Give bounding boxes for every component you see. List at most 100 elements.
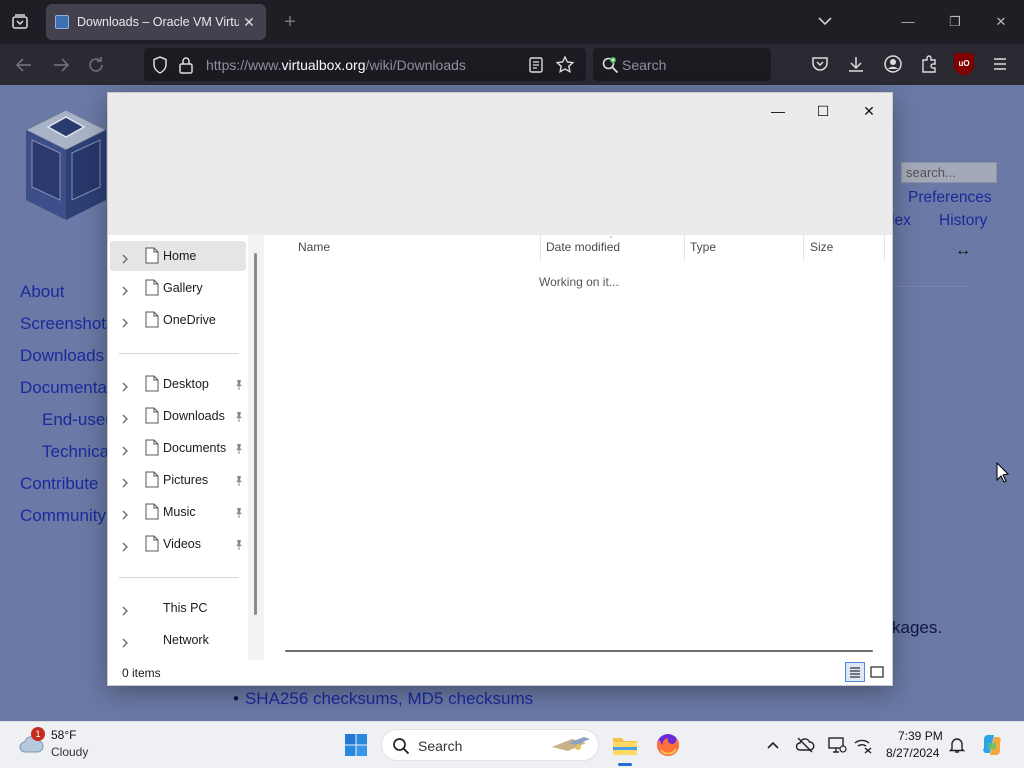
- navigation-pane: Home Gallery OneDrive Desktop Downloads Docum…: [108, 235, 248, 660]
- close-window-icon[interactable]: ✕: [989, 10, 1013, 34]
- dialog-minimize-button[interactable]: —: [755, 97, 801, 125]
- file-explorer-icon[interactable]: [610, 730, 640, 760]
- nav-item[interactable]: OneDrive: [110, 305, 246, 335]
- chevron-right-icon[interactable]: [121, 475, 129, 488]
- column-divider[interactable]: [803, 235, 804, 261]
- search-icon: [392, 737, 410, 755]
- chevron-right-icon[interactable]: [121, 635, 129, 648]
- nav-item[interactable]: Pictures: [110, 465, 246, 495]
- menu-icon[interactable]: [990, 54, 1010, 74]
- mouse-cursor-icon: [996, 461, 1010, 484]
- nav-item[interactable]: Documents: [110, 433, 246, 463]
- nav-item[interactable]: Network: [110, 625, 246, 655]
- preferences-link[interactable]: Preferences: [908, 189, 992, 207]
- dialog-maximize-button[interactable]: ☐: [800, 97, 846, 125]
- browser-search-bar[interactable]: Search: [593, 48, 771, 81]
- weather-temperature[interactable]: 58°F: [51, 728, 76, 742]
- chevron-right-icon[interactable]: [121, 315, 129, 328]
- chevron-down-icon[interactable]: [816, 12, 834, 30]
- checksums-link[interactable]: SHA256 checksums, MD5 checksums: [245, 689, 533, 708]
- ublock-origin-icon[interactable]: uO: [954, 53, 974, 75]
- chevron-right-icon[interactable]: [121, 283, 129, 296]
- large-icons-view-icon[interactable]: [867, 662, 887, 682]
- search-placeholder: Search: [622, 57, 667, 73]
- sidebar-link[interactable]: Contribute: [20, 474, 98, 494]
- clock-date[interactable]: 8/27/2024: [886, 746, 939, 760]
- star-icon[interactable]: [555, 55, 575, 75]
- forward-icon[interactable]: [50, 54, 72, 76]
- pocket-icon[interactable]: [810, 54, 830, 74]
- display-icon[interactable]: [827, 736, 847, 754]
- column-divider[interactable]: [684, 235, 685, 261]
- file-icon: [145, 535, 159, 552]
- column-header-name[interactable]: Name: [298, 240, 330, 254]
- weather-condition[interactable]: Cloudy: [51, 745, 88, 759]
- chevron-right-icon[interactable]: [121, 251, 129, 264]
- shield-icon[interactable]: [152, 56, 168, 74]
- minimize-icon[interactable]: —: [896, 10, 920, 34]
- history-link[interactable]: History: [939, 212, 987, 230]
- wiki-search-input[interactable]: search...: [901, 162, 997, 183]
- sidebar-link[interactable]: Downloads: [20, 346, 104, 366]
- url-bar[interactable]: https://www.virtualbox.org/wiki/Download…: [144, 48, 586, 81]
- sidebar-link[interactable]: Screenshots: [20, 314, 115, 334]
- account-icon[interactable]: [883, 54, 903, 74]
- column-header-size[interactable]: Size: [810, 240, 833, 254]
- file-dialog: — ☐ ✕ Home Gallery OneDrive Desktop Download…: [108, 93, 892, 685]
- column-header-type[interactable]: Type: [690, 240, 716, 254]
- chevron-right-icon[interactable]: [121, 411, 129, 424]
- url-text[interactable]: https://www.virtualbox.org/wiki/Download…: [206, 57, 466, 73]
- back-icon[interactable]: [13, 54, 35, 76]
- nav-item[interactable]: Desktop: [110, 369, 246, 399]
- lock-icon[interactable]: [178, 56, 194, 74]
- dialog-close-button[interactable]: ✕: [846, 97, 892, 125]
- chevron-right-icon[interactable]: [121, 507, 129, 520]
- chevron-right-icon[interactable]: [121, 379, 129, 392]
- search-icon: [601, 56, 619, 74]
- nav-divider: [119, 577, 239, 578]
- network-icon[interactable]: [853, 736, 872, 754]
- column-header-date-modified[interactable]: Date modified: [546, 240, 620, 254]
- windows-start-icon[interactable]: [344, 733, 368, 757]
- firefox-icon[interactable]: [653, 730, 683, 760]
- plus-icon[interactable]: +: [280, 10, 300, 34]
- onedrive-offline-icon[interactable]: [795, 736, 815, 754]
- file-icon: [145, 407, 159, 424]
- search-highlight-icon: [548, 733, 594, 757]
- clock-time[interactable]: 7:39 PM: [898, 729, 943, 743]
- nav-item[interactable]: Videos: [110, 529, 246, 559]
- taskbar-search-box[interactable]: Search: [381, 729, 599, 761]
- divider: [880, 286, 970, 287]
- item-count: 0 items: [122, 666, 161, 680]
- download-icon[interactable]: [846, 54, 866, 74]
- restore-icon[interactable]: ❐: [943, 10, 967, 34]
- tab-list-icon[interactable]: [8, 10, 32, 34]
- index-link[interactable]: lex: [891, 212, 911, 230]
- status-bar: 0 items: [108, 660, 892, 685]
- tab-title: Downloads – Oracle VM VirtualBox: [77, 15, 239, 29]
- close-icon[interactable]: ✕: [240, 13, 258, 31]
- sidebar-link[interactable]: Community: [20, 506, 106, 526]
- chevron-right-icon[interactable]: [121, 539, 129, 552]
- navigation-scrollbar[interactable]: [254, 253, 257, 615]
- chevron-up-icon[interactable]: [764, 736, 782, 754]
- bell-icon[interactable]: [948, 736, 966, 754]
- details-view-icon[interactable]: [845, 662, 865, 682]
- extensions-icon[interactable]: [919, 54, 939, 74]
- nav-item[interactable]: This PC: [110, 593, 246, 623]
- nav-item[interactable]: Downloads: [110, 401, 246, 431]
- sidebar-link[interactable]: About: [20, 282, 64, 302]
- browser-tab[interactable]: Downloads – Oracle VM VirtualBox ✕: [46, 4, 266, 40]
- notification-badge: 1: [31, 727, 45, 741]
- column-divider[interactable]: [884, 235, 885, 261]
- chevron-right-icon[interactable]: [121, 443, 129, 456]
- copilot-icon[interactable]: [980, 733, 1004, 757]
- reload-icon[interactable]: [85, 54, 107, 76]
- horizontal-scrollbar[interactable]: [285, 650, 873, 652]
- column-divider[interactable]: [540, 235, 541, 261]
- reader-view-icon[interactable]: [528, 56, 544, 74]
- nav-item[interactable]: Gallery: [110, 273, 246, 303]
- chevron-right-icon[interactable]: [121, 603, 129, 616]
- nav-item[interactable]: Music: [110, 497, 246, 527]
- nav-item[interactable]: Home: [110, 241, 246, 271]
